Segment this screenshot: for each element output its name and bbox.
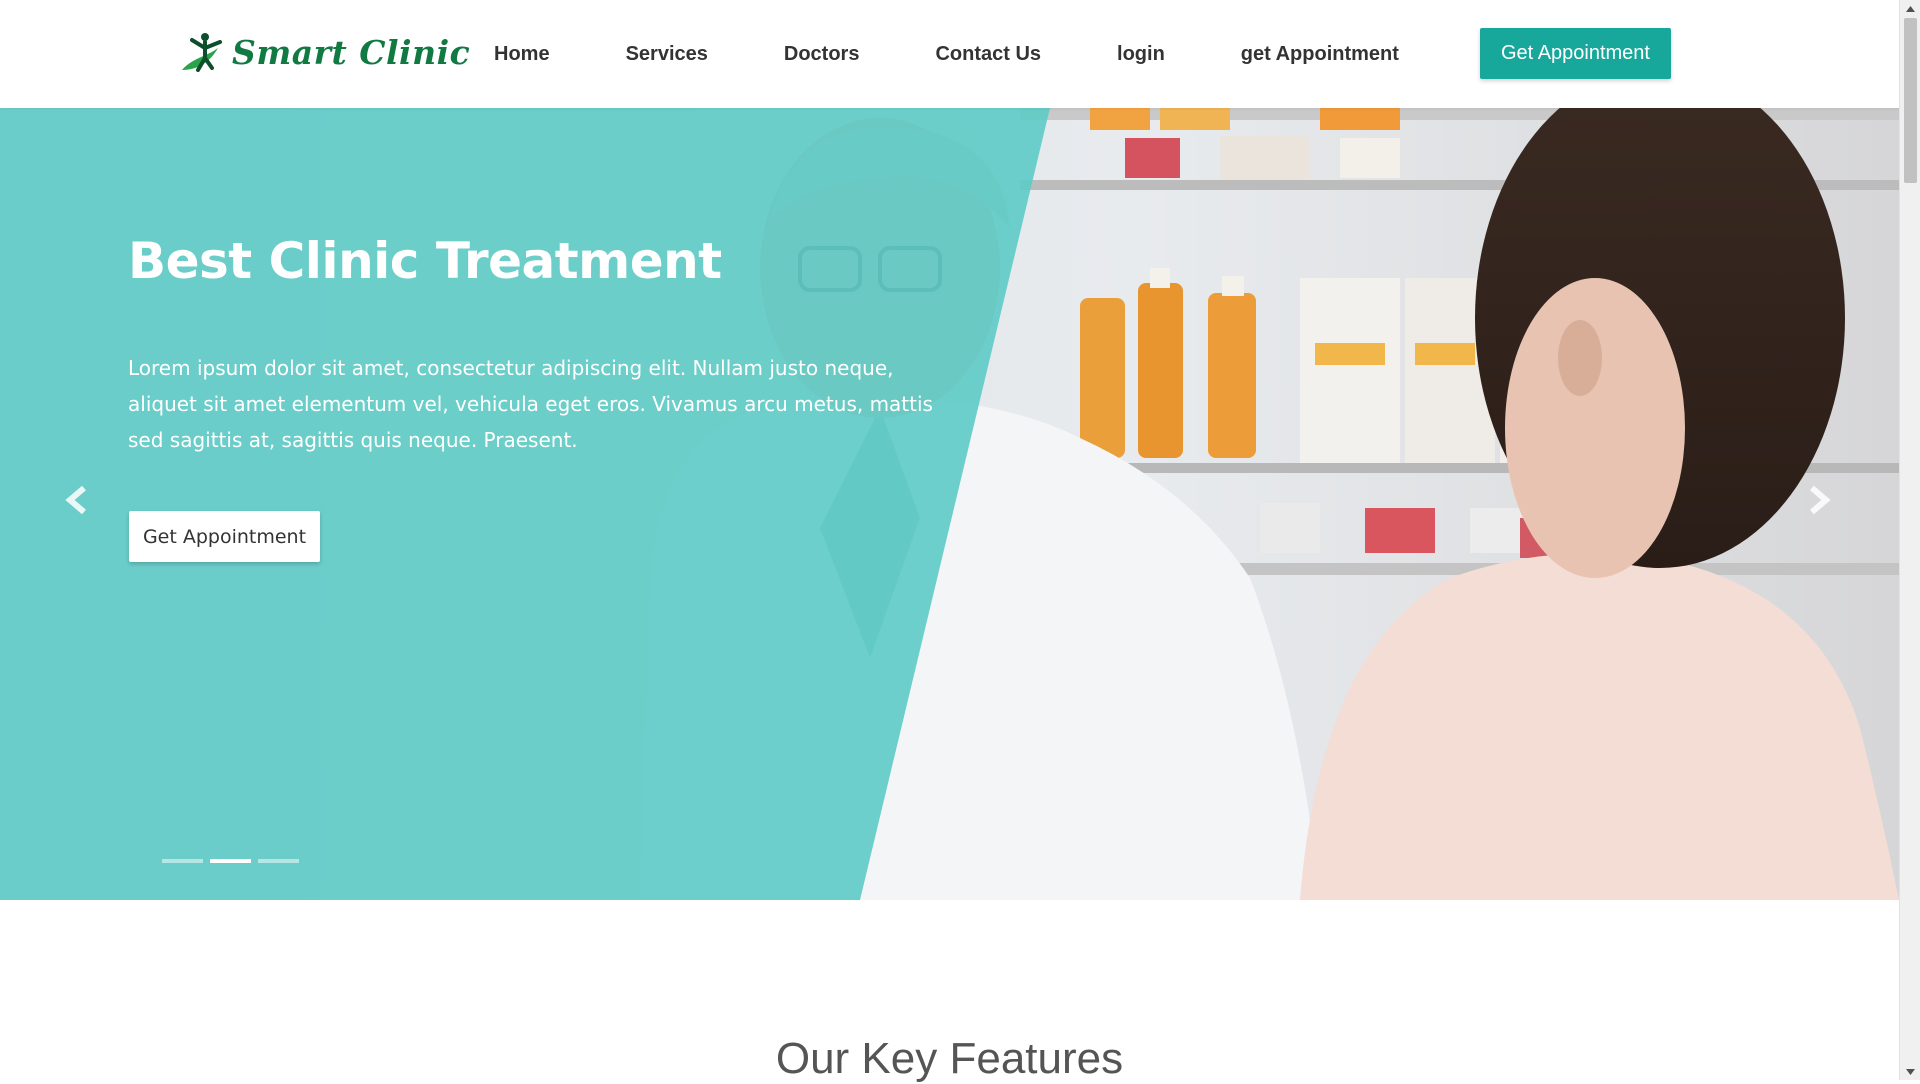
nav-services[interactable]: Services [588, 43, 746, 66]
carousel-indicator-2[interactable] [210, 859, 251, 863]
chevron-right-icon [1810, 485, 1831, 515]
hero-title: Best Clinic Treatment [128, 232, 722, 290]
carousel-next-button[interactable] [1798, 480, 1838, 520]
scroll-up-arrow[interactable] [1900, 0, 1920, 17]
hero-teal-overlay [0, 108, 1050, 900]
brand-logo[interactable]: Smart Clinic [178, 28, 470, 76]
main-nav: Home Services Doctors Contact Us login g… [456, 0, 1437, 108]
nav-home[interactable]: Home [456, 43, 588, 66]
nav-get-appointment[interactable]: get Appointment [1203, 43, 1437, 66]
features-heading: Our Key Features [775, 1034, 1124, 1083]
chevron-left-icon [65, 485, 86, 515]
carousel-indicator-3[interactable] [258, 859, 299, 863]
carousel-indicator-1[interactable] [162, 859, 203, 863]
brand-name: Smart Clinic [232, 32, 471, 72]
scroll-down-arrow[interactable] [1900, 1063, 1920, 1080]
scroll-thumb[interactable] [1904, 18, 1917, 183]
nav-contact-us[interactable]: Contact Us [897, 43, 1079, 66]
get-appointment-button[interactable]: Get Appointment [1480, 28, 1671, 79]
navbar: Smart Clinic Home Services Doctors Conta… [0, 0, 1899, 108]
hero-get-appointment-button[interactable]: Get Appointment [129, 511, 320, 562]
hero-carousel: Best Clinic Treatment Lorem ipsum dolor … [0, 108, 1899, 900]
triangle-up-icon [1906, 5, 1915, 12]
nav-login[interactable]: login [1079, 43, 1203, 66]
leaf-person-icon [182, 33, 222, 72]
carousel-prev-button[interactable] [58, 480, 98, 520]
triangle-down-icon [1906, 1068, 1915, 1075]
nav-doctors[interactable]: Doctors [746, 43, 898, 66]
carousel-indicators [162, 859, 306, 863]
vertical-scrollbar[interactable] [1899, 0, 1920, 1080]
hero-description: Lorem ipsum dolor sit amet, consectetur … [128, 356, 933, 452]
